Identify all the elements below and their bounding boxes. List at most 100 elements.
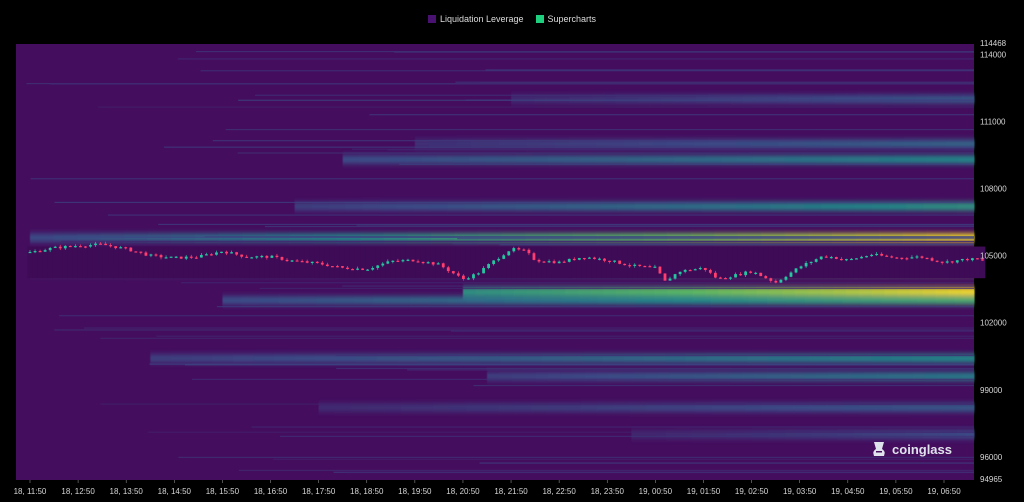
- x-tick-label: 18, 13:50: [110, 487, 144, 496]
- heat-band-5: [926, 155, 944, 164]
- candle-body: [346, 267, 349, 270]
- heat-band-10: [846, 95, 859, 104]
- heat-band-5: [737, 155, 754, 164]
- heat-band-3: [541, 296, 562, 305]
- price-channel: [173, 246, 179, 279]
- price-channel: [531, 246, 537, 279]
- candle-body: [235, 252, 239, 255]
- price-channel: [823, 246, 830, 279]
- heat-band-5: [753, 155, 770, 164]
- candle-body: [124, 247, 128, 249]
- candle-body: [532, 253, 536, 260]
- candle-body: [542, 261, 546, 263]
- candle-body: [33, 251, 37, 253]
- price-channel: [727, 246, 734, 279]
- heat-band-5: [437, 155, 454, 164]
- candle-body: [814, 259, 818, 262]
- heat-fine-line: [473, 384, 974, 387]
- candle-body: [628, 265, 632, 267]
- heat-band-5: [847, 155, 865, 164]
- candle-body: [834, 257, 838, 259]
- heat-band-9: [761, 403, 778, 412]
- heat-band-9: [564, 403, 582, 412]
- candle-body: [245, 256, 249, 258]
- candle-body: [930, 258, 934, 261]
- candle-body: [114, 246, 118, 249]
- heat-band-3: [635, 296, 656, 305]
- heat-band-10: [557, 95, 570, 104]
- candle-body: [456, 273, 460, 276]
- x-tick-label: 18, 17:50: [302, 487, 336, 496]
- heat-band-3: [523, 296, 543, 305]
- candle-body: [829, 257, 833, 259]
- price-channel: [647, 246, 653, 279]
- candle-body: [769, 278, 773, 281]
- heat-fine-line: [177, 58, 974, 60]
- coinglass-watermark: coinglass: [871, 440, 952, 458]
- heat-band-5: [642, 155, 659, 164]
- candle-body: [976, 258, 979, 260]
- heat-band-10: [927, 95, 940, 104]
- heat-band-9: [744, 403, 762, 412]
- candle-body: [779, 279, 783, 283]
- price-channel: [501, 246, 507, 279]
- heat-fine-line: [336, 367, 974, 370]
- candle-body: [950, 261, 954, 263]
- price-channel: [838, 246, 845, 279]
- candle-body: [693, 269, 697, 271]
- heat-band-3: [692, 296, 712, 305]
- candle-body: [865, 256, 868, 258]
- candle-body: [648, 266, 652, 268]
- heat-band-9: [646, 403, 664, 412]
- price-candles: [27, 241, 986, 284]
- heat-band-10: [916, 95, 929, 104]
- heat-fine-line: [259, 287, 975, 290]
- heat-fine-line: [342, 285, 974, 287]
- heat-band-3: [410, 296, 430, 305]
- heat-band-5: [800, 155, 817, 164]
- heat-band-10: [673, 95, 686, 104]
- heat-band-3: [598, 296, 618, 305]
- heat-band-9: [662, 403, 680, 412]
- price-channel: [339, 246, 346, 279]
- heat-band-7: [191, 354, 213, 363]
- x-tick-label: 19, 02:50: [735, 487, 769, 496]
- price-channel: [234, 246, 240, 279]
- candle-body: [971, 258, 974, 261]
- candle-body: [441, 263, 445, 268]
- heat-band-10: [522, 95, 535, 104]
- candle-body: [361, 268, 365, 270]
- price-channel: [833, 246, 840, 279]
- heat-band-4: [362, 202, 381, 211]
- price-channel: [596, 246, 603, 279]
- candle-body: [184, 256, 188, 259]
- heat-band-3: [917, 296, 938, 305]
- heat-band-4: [855, 202, 873, 211]
- heat-fine-line: [54, 329, 974, 331]
- candle-body: [58, 246, 62, 249]
- heat-band-10: [626, 95, 639, 104]
- heat-band-3: [767, 296, 787, 305]
- heat-fine-line: [369, 114, 975, 116]
- heat-band-5: [768, 155, 786, 164]
- candle-body: [487, 264, 491, 269]
- heat-band-3: [335, 296, 355, 305]
- heat-band-9: [908, 403, 926, 412]
- price-channel: [899, 246, 905, 279]
- candle-body: [965, 258, 969, 261]
- price-channel: [717, 246, 724, 279]
- coinglass-brand-text: coinglass: [892, 441, 952, 457]
- heat-band-10: [788, 95, 801, 104]
- liquidation-heatmap-chart[interactable]: 94965 96000 99000 102000 105000 108000 111000 1…: [0, 0, 1024, 502]
- candle-body: [744, 271, 748, 276]
- heat-band-4: [957, 202, 975, 211]
- candle-body: [341, 266, 344, 268]
- heat-band-9: [482, 403, 500, 412]
- price-channel: [894, 246, 900, 279]
- heat-band-9: [498, 403, 516, 412]
- price-channel: [793, 246, 799, 279]
- heat-band-10: [534, 95, 547, 104]
- heat-band-10: [858, 95, 871, 104]
- price-channel: [62, 246, 69, 279]
- heat-band-10: [823, 95, 836, 104]
